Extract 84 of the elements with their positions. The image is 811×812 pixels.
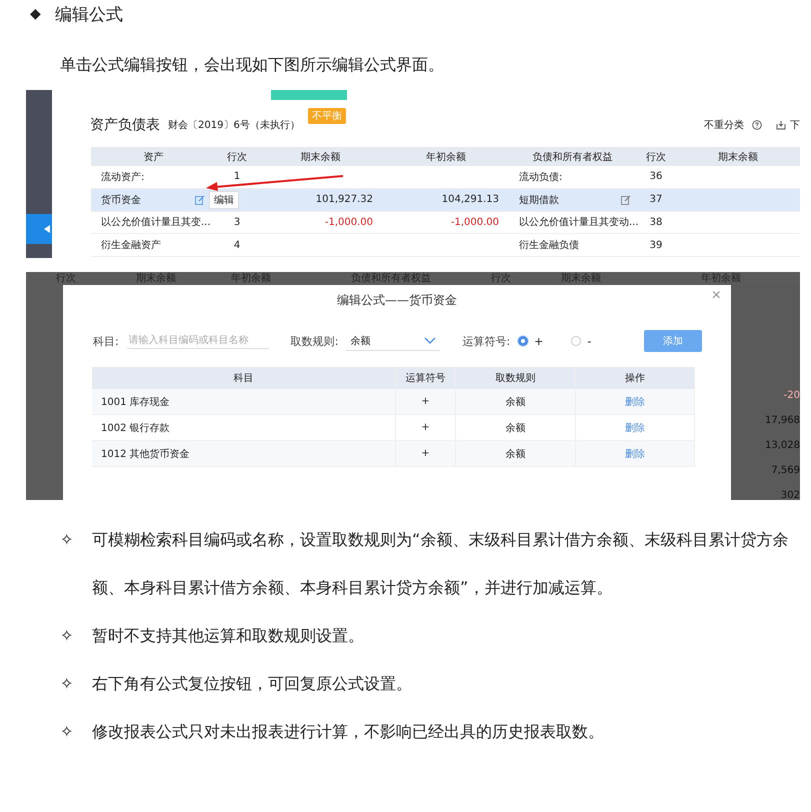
dialog-title: 编辑公式——货币资金 <box>337 292 457 308</box>
table-cell-text: 39 <box>648 240 664 251</box>
help-icon[interactable] <box>752 120 762 130</box>
triangle-left-icon <box>44 225 50 233</box>
radio-button[interactable] <box>518 336 528 346</box>
sidebar-toggle[interactable] <box>26 214 52 244</box>
table-cell: 17,968 <box>765 414 800 427</box>
download-icon[interactable] <box>776 120 786 130</box>
table-cell-text: 以公允价值计量且其变动... <box>519 216 639 230</box>
table-cell: 余额 <box>456 389 576 414</box>
table-cell-text: -1,000.00 <box>324 216 374 228</box>
reclass-label: 不重分类 <box>704 118 744 132</box>
column-header: 负债和所有者权益 <box>351 272 432 285</box>
table-cell: 余额 <box>456 441 576 466</box>
column-header: 期末余额 <box>717 150 759 164</box>
column-header: 年初余额 <box>231 272 272 285</box>
section-heading: 编辑公式 <box>54 4 123 26</box>
bullet-mark: ✧ <box>60 673 74 695</box>
column-header: 期末余额 <box>300 150 342 164</box>
edit-icon[interactable] <box>195 194 205 205</box>
column-header: 负债和所有者权益 <box>532 150 614 164</box>
edit-icon[interactable] <box>621 194 631 205</box>
intro-text: 单击公式编辑按钮，会出现如下图所示编辑公式界面。 <box>60 54 445 76</box>
diamond-bullet: ◆ <box>30 6 41 22</box>
table-cell-text: 37 <box>648 194 664 206</box>
table-cell-text: 1 <box>232 171 242 182</box>
tooltip: 编辑 <box>209 190 239 209</box>
table-cell-text: 36 <box>648 171 664 182</box>
table-cell: 13,028 <box>765 439 800 452</box>
table-cell: 1001 库存现金 <box>92 389 396 414</box>
radio-label: + <box>534 334 544 348</box>
column-header: 年初余额 <box>425 150 467 164</box>
column-header: 行次 <box>226 150 248 164</box>
report-title: 资产负债表 <box>90 116 160 134</box>
table-cell: + <box>396 415 456 440</box>
rule-label: 取数规则: <box>290 334 338 348</box>
status-badge: 不平衡 <box>308 108 346 124</box>
subject-label: 科目: <box>93 334 119 348</box>
table-cell: 7,569 <box>771 464 800 477</box>
chevron-down-icon <box>424 337 436 344</box>
bullet-text: 修改报表公式只对未出报表进行计算，不影响已经出具的历史报表取数。 <box>92 721 604 743</box>
bullet-mark: ✧ <box>60 721 74 743</box>
table-cell-text: -1,000.00 <box>450 216 500 228</box>
column-header: 行次 <box>56 272 77 285</box>
table-row[interactable]: 以公允价值计量且其变... 3 -1,000.00 -1,000.00 以公允价值计量且其变动... 38 <box>91 212 800 234</box>
table-cell-text: 衍生金融资产 <box>101 238 161 252</box>
table-cell: 1012 其他货币资金 <box>92 441 396 466</box>
table-cell-text: 流动资产: <box>101 170 144 184</box>
column-header: 期末余额 <box>136 272 177 285</box>
bullet-mark: ✧ <box>60 625 74 647</box>
table-cell: + <box>396 441 456 466</box>
bullet-text: 右下角有公式复位按钮，可回复原公式设置。 <box>92 673 412 695</box>
table-cell-text: 104,291.13 <box>440 194 500 206</box>
table-cell: 1002 银行存款 <box>92 415 396 440</box>
column-header: 行次 <box>491 272 512 285</box>
report-subtitle: 财会〔2019〕6号（未执行） <box>168 118 300 132</box>
column-header: 年初余额 <box>701 272 742 285</box>
table-cell: 余额 <box>456 415 576 440</box>
table-cell-text: 短期借款 <box>519 194 559 207</box>
table-cell-text: 以公允价值计量且其变... <box>101 216 211 230</box>
table-cell: 302 <box>780 489 800 500</box>
column-header: 行次 <box>645 150 667 164</box>
bullet-mark: ✧ <box>60 529 74 551</box>
bullet-text: 可模糊检索科目编码或名称，设置取数规则为“余额、末级科目累计借方余额、末级科目累计贷方余额、本身科目累计借方余额、本身科目累计贷方余额”，并进行加减运算。 <box>92 529 790 599</box>
rule-dropdown[interactable]: 余额 <box>346 332 440 350</box>
table-cell-text: 3 <box>232 216 242 228</box>
table-cell-text: 货币资金 <box>101 194 141 207</box>
table-row[interactable]: 货币资金 编辑 101,927.32 104,291.13 短期借款 37 <box>91 188 800 212</box>
bullet-text: 暂时不支持其他运算和取数规则设置。 <box>92 625 364 647</box>
table-cell-text: 38 <box>648 216 664 228</box>
download-button[interactable]: 下 <box>790 118 800 132</box>
table-cell-text: 衍生金融负债 <box>519 238 579 252</box>
radio-label: - <box>587 334 592 348</box>
column-header: 期末余额 <box>561 272 602 285</box>
operator-label: 运算符号: <box>462 334 510 348</box>
radio-button[interactable] <box>571 336 582 346</box>
column-header: 资产 <box>142 150 164 164</box>
subject-input[interactable]: 请输入科目编码或科目名称 <box>126 333 269 349</box>
table-cell-text: 4 <box>232 240 242 251</box>
table-cell: -20 <box>784 389 800 402</box>
table-cell: + <box>396 389 456 414</box>
table-cell-text: 101,927.32 <box>314 194 374 206</box>
table-row[interactable]: 衍生金融资产 4 衍生金融负债 39 <box>91 234 800 257</box>
table-cell-text: 流动负债: <box>519 170 562 184</box>
